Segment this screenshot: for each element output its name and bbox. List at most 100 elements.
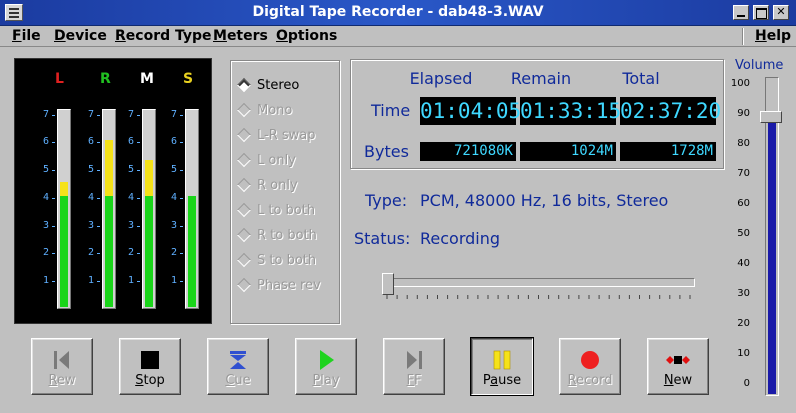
rewind-icon [51,349,73,371]
radio-diamond-icon [236,177,252,193]
window-title: Digital Tape Recorder - dab48-3.WAV [252,4,544,20]
meter-scale-number: 5 [87,164,94,176]
position-slider-ticks [386,295,691,299]
volume-scale-number: 90 [737,108,750,119]
title-bar[interactable]: Digital Tape Recorder - dab48-3.WAV ✕ [0,0,796,26]
new-button[interactable]: New [647,338,709,395]
mode-label: L to both [257,203,316,218]
cue-label: Cue [225,373,251,388]
meter-scale-tick [97,142,100,144]
meter-scale-number: 2 [87,247,94,259]
pause-button[interactable]: Pause [470,337,534,396]
meter-scale-tick [97,197,100,199]
meter-label-l: L [55,71,64,87]
meter-yellow-level [60,182,68,196]
mode-radio-l-r-swap[interactable]: L-R swap [236,127,316,143]
play-button[interactable]: Play [295,338,357,395]
remain-header: Remain [510,69,572,88]
volume-slider-thumb[interactable] [760,111,782,123]
type-label: Type: [365,191,408,210]
volume-scale-number: 100 [730,78,750,89]
elapsed-header: Elapsed [409,69,473,88]
mode-label: Mono [257,103,293,118]
mode-label: R only [257,178,298,193]
meter-scale-number: 6 [42,136,49,148]
meter-scale-number: 7 [87,108,94,120]
meter-scale-number: 7 [42,108,49,120]
mode-label: R to both [257,228,317,243]
menu-device[interactable]: Device [54,28,107,44]
meter-scale-tick [97,114,100,116]
meter-scale-number: 2 [42,247,49,259]
meter-green-level [60,195,68,307]
minimize-button[interactable] [733,5,749,20]
meter-scale-tick [137,225,140,227]
meter-scale-number: 6 [170,136,177,148]
close-button[interactable]: ✕ [773,5,789,20]
menu-help[interactable]: Help [755,28,791,44]
cue-button[interactable]: Cue [207,338,269,395]
position-slider-thumb[interactable] [382,273,394,295]
meter-green-level [105,195,113,307]
meter-scale-tick [180,170,183,172]
mode-radio-stereo[interactable]: Stereo [236,77,299,93]
play-icon [315,349,337,371]
meter-scale-tick [52,114,55,116]
meter-scale-number: 5 [170,164,177,176]
meter-scale-number: 3 [42,219,49,231]
mode-label: L-R swap [257,128,316,143]
stop-button[interactable]: Stop [119,338,181,395]
mode-radio-l-to-both[interactable]: L to both [236,202,316,218]
meter-scale-tick [97,281,100,283]
meter-yellow-level [145,159,153,196]
meter-scale-number: 5 [42,164,49,176]
rew-button[interactable]: Rew [31,338,93,395]
volume-scale-number: 10 [737,348,750,359]
elapsed-time-display: 01:04:05 [420,97,522,125]
maximize-button[interactable] [753,5,769,20]
meter-bar-l [57,109,71,309]
fast-forward-icon [403,349,425,371]
position-slider-track[interactable] [382,278,695,287]
radio-diamond-icon [236,77,252,93]
meter-scale-number: 1 [127,275,134,287]
volume-scale-number: 50 [737,228,750,239]
remain-time-display: 01:33:15 [520,97,622,125]
mode-radio-l-only[interactable]: L only [236,152,296,168]
menu-options[interactable]: Options [276,28,337,44]
mode-radio-mono[interactable]: Mono [236,102,293,118]
cue-icon [227,349,249,371]
meter-scale-tick [52,225,55,227]
menu-meters[interactable]: Meters [213,28,268,44]
radio-diamond-icon [236,202,252,218]
record-button[interactable]: Record [559,338,621,395]
mode-radio-r-only[interactable]: R only [236,177,298,193]
volume-scale-number: 40 [737,258,750,269]
meter-label-m: M [140,71,154,87]
meter-bar-s [185,109,199,309]
meter-scale-tick [137,197,140,199]
radio-diamond-icon [236,227,252,243]
level-meters-panel: L 7 6 5 4 3 2 1 R 7 6 5 4 3 2 1 M 7 6 5 4 3 2 1 S 7 6 5 4 3 2 1 [14,58,212,324]
meter-scale-number: 3 [170,219,177,231]
meter-scale-number: 2 [170,247,177,259]
meter-scale-number: 1 [42,275,49,287]
total-time-display: 02:37:20 [620,97,722,125]
radio-diamond-icon [236,127,252,143]
radio-diamond-icon [236,102,252,118]
type-value: PCM, 48000 Hz, 16 bits, Stereo [420,191,669,210]
mode-radio-s-to-both[interactable]: S to both [236,252,316,268]
mode-radio-r-to-both[interactable]: R to both [236,227,317,243]
mode-radio-phase-rev[interactable]: Phase rev [236,277,321,293]
ff-button[interactable]: FF [383,338,445,395]
meter-green-level [188,195,196,307]
record-label: Record [567,373,613,388]
meter-scale-tick [137,142,140,144]
meter-scale-number: 3 [127,219,134,231]
volume-slider-track[interactable] [765,77,779,396]
menu-file[interactable]: File [12,28,41,44]
time-info-panel: Elapsed Remain Total Time Bytes 01:04:05… [350,59,724,169]
remain-bytes-display: 1024M [520,142,616,161]
volume-scale-number: 80 [737,138,750,149]
menu-record-type[interactable]: Record Type [115,28,212,44]
